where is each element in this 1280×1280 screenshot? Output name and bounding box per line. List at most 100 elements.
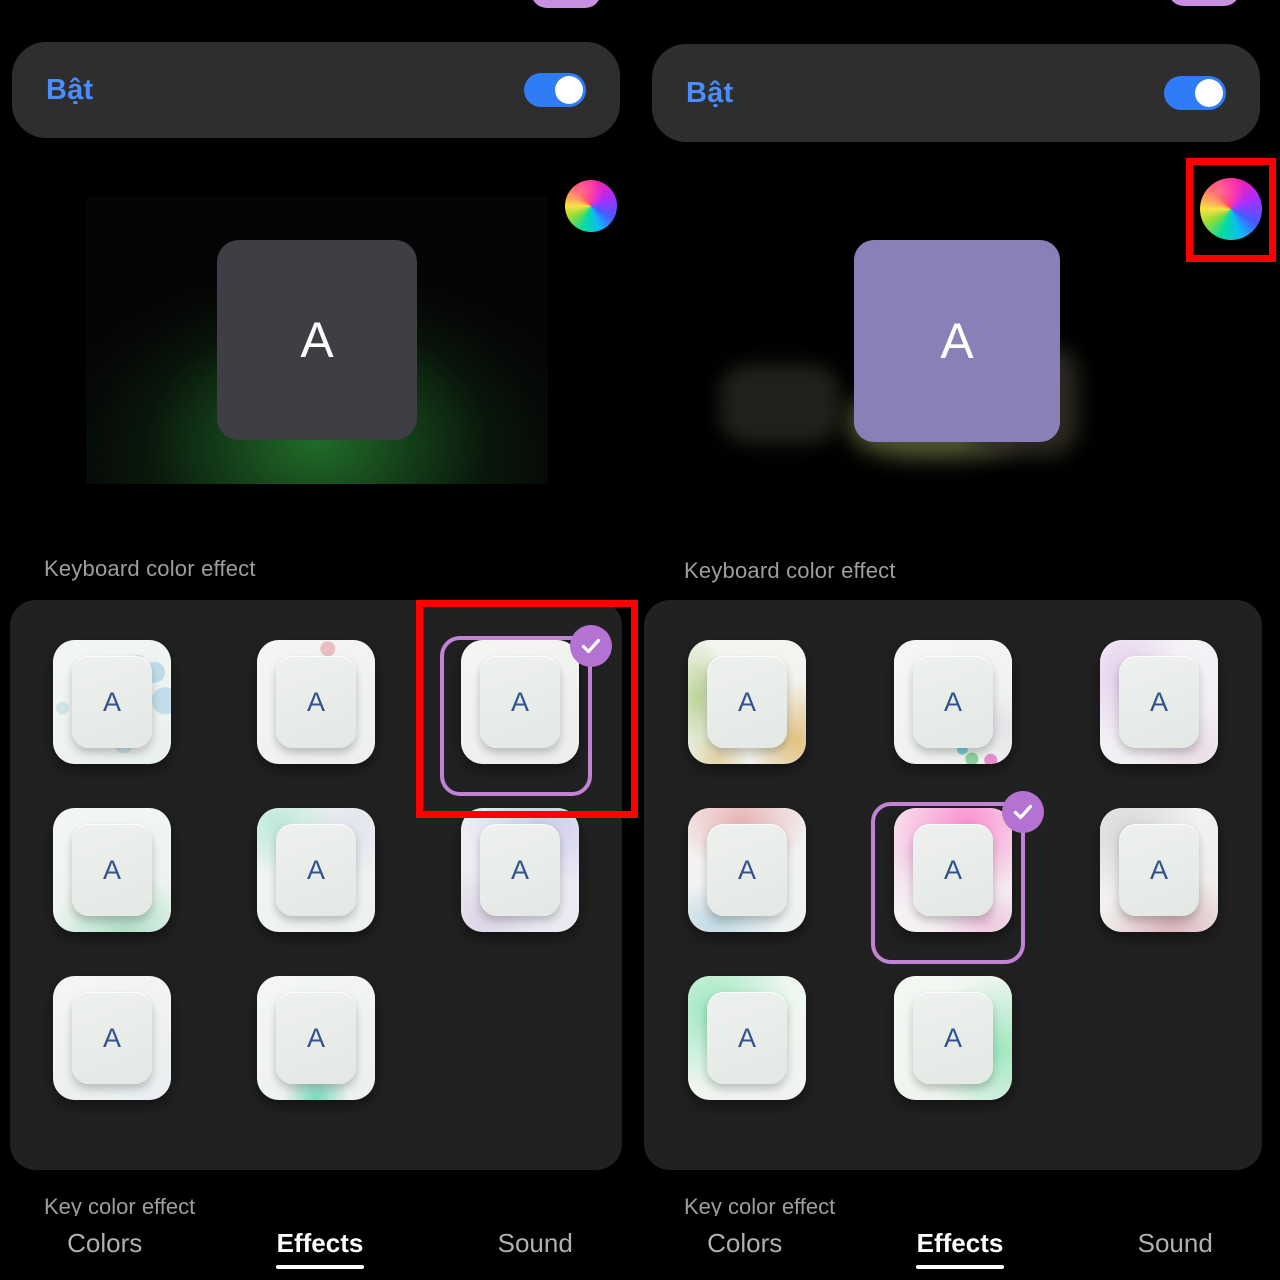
effect-key-letter: A xyxy=(510,686,529,717)
effect-item[interactable]: A xyxy=(214,954,418,1122)
effect-item[interactable]: A xyxy=(10,786,214,954)
tab-colors-right[interactable]: Colors xyxy=(707,1228,782,1269)
effect-keycap: A xyxy=(707,992,787,1084)
color-wheel-icon-right[interactable] xyxy=(1200,178,1262,240)
effect-thumbnail: A xyxy=(688,640,806,764)
effect-item[interactable]: A xyxy=(1056,786,1262,954)
effect-keycap: A xyxy=(913,992,993,1084)
tabbar-left: Colors Effects Sound xyxy=(0,1228,640,1280)
effect-key-letter: A xyxy=(510,854,529,885)
effect-item[interactable]: A xyxy=(644,786,850,954)
effect-keycap: A xyxy=(276,656,356,748)
effect-thumbnail: A xyxy=(257,640,375,764)
preview-glow-left xyxy=(720,364,840,444)
effect-thumbnail: A xyxy=(461,808,579,932)
effect-keycap: A xyxy=(913,824,993,916)
effect-grid-left: A A A A A A A A xyxy=(10,600,622,1170)
effect-keycap: A xyxy=(72,656,152,748)
effect-key-letter: A xyxy=(737,686,756,717)
effect-thumbnail: A xyxy=(894,640,1012,764)
effect-keycap: A xyxy=(1119,656,1199,748)
effect-thumbnail: A xyxy=(894,808,1012,932)
tab-effects-right[interactable]: Effects xyxy=(915,1228,1004,1269)
effect-thumbnail: A xyxy=(894,976,1012,1100)
toggle-knob-right xyxy=(1195,79,1223,107)
tab-active-underline xyxy=(915,1265,1004,1269)
tab-sound-left[interactable]: Sound xyxy=(498,1228,573,1269)
effect-key-letter: A xyxy=(102,686,121,717)
effect-item-selected[interactable]: A xyxy=(418,618,622,796)
effect-keycap: A xyxy=(72,992,152,1084)
effect-keycap: A xyxy=(1119,824,1199,916)
preview-key-letter-left: A xyxy=(300,312,334,368)
effect-key-letter: A xyxy=(1149,854,1168,885)
effect-key-letter: A xyxy=(306,686,325,717)
effect-item[interactable]: A xyxy=(418,786,622,954)
tab-colors-left[interactable]: Colors xyxy=(67,1228,142,1269)
effect-keycap: A xyxy=(707,656,787,748)
effect-item[interactable]: A xyxy=(10,618,214,786)
effect-thumbnail: A xyxy=(688,976,806,1100)
selection-check-badge xyxy=(570,625,612,667)
tab-active-underline xyxy=(275,1265,364,1269)
effect-keycap: A xyxy=(480,824,560,916)
keyboard-effect-toggle-card-left[interactable]: Bật xyxy=(12,42,620,138)
tab-label: Colors xyxy=(67,1228,143,1258)
effect-thumbnail: A xyxy=(461,640,579,764)
effect-thumbnail: A xyxy=(257,808,375,932)
effect-item[interactable]: A xyxy=(644,618,850,786)
effect-key-letter: A xyxy=(943,1022,962,1053)
tab-label: Effects xyxy=(916,1228,1004,1258)
effect-thumbnail: A xyxy=(53,640,171,764)
effect-grid-right: A A A A A A A A xyxy=(644,600,1262,1170)
tab-label: Sound xyxy=(497,1228,573,1258)
tab-label: Effects xyxy=(276,1228,364,1258)
toggle-switch-right[interactable] xyxy=(1164,76,1226,110)
tab-sound-right[interactable]: Sound xyxy=(1138,1228,1213,1269)
bottom-section-label-right: Key color effect xyxy=(684,1194,836,1216)
tab-label: Colors xyxy=(707,1228,783,1258)
effect-key-letter: A xyxy=(943,686,962,717)
effect-item[interactable]: A xyxy=(850,954,1056,1122)
effect-keycap: A xyxy=(276,824,356,916)
effect-item[interactable]: A xyxy=(850,618,1056,786)
effect-item-selected[interactable]: A xyxy=(850,786,1056,964)
toggle-knob-left xyxy=(555,76,583,104)
effect-keycap: A xyxy=(276,992,356,1084)
effect-key-letter: A xyxy=(943,854,962,885)
toggle-label-left: Bật xyxy=(46,73,94,106)
preview-key-right: A xyxy=(854,240,1060,442)
preview-key-letter-right: A xyxy=(940,313,974,369)
section-label-left: Keyboard color effect xyxy=(44,556,256,581)
toggle-switch-left[interactable] xyxy=(524,73,586,107)
keyboard-effect-grid-left: A A A A A A A A xyxy=(10,600,622,1170)
bottom-section-label-left: Key color effect xyxy=(44,1194,196,1216)
effect-item[interactable]: A xyxy=(1056,618,1262,786)
keyboard-effect-toggle-card-right[interactable]: Bật xyxy=(652,44,1260,142)
effect-key-letter: A xyxy=(102,854,121,885)
color-wheel-icon-left[interactable] xyxy=(565,180,617,232)
keyboard-preview-right: A xyxy=(700,196,1200,496)
effect-key-letter: A xyxy=(1149,686,1168,717)
clipped-lavender-blob-left xyxy=(531,0,601,8)
tab-effects-left[interactable]: Effects xyxy=(275,1228,364,1269)
effect-key-letter: A xyxy=(737,854,756,885)
effect-item[interactable]: A xyxy=(644,954,850,1122)
panel-left: Bật A Keyboard color effect A A A A A A … xyxy=(0,0,640,1280)
effect-thumbnail: A xyxy=(1100,808,1218,932)
effect-item[interactable]: A xyxy=(214,618,418,786)
check-icon xyxy=(581,638,601,654)
effect-item[interactable]: A xyxy=(214,786,418,954)
preview-key-left: A xyxy=(217,240,417,440)
effect-thumbnail: A xyxy=(53,976,171,1100)
effect-key-letter: A xyxy=(737,1022,756,1053)
screenshot-root: Bật A Keyboard color effect A A A A A A … xyxy=(0,0,1280,1280)
clipped-lavender-blob-right xyxy=(1168,0,1240,6)
effect-keycap: A xyxy=(480,656,560,748)
panel-right: Bật A Keyboard color effect A A A A A A … xyxy=(640,0,1280,1280)
effect-keycap: A xyxy=(72,824,152,916)
keyboard-preview-left: A xyxy=(86,196,548,484)
effect-item[interactable]: A xyxy=(10,954,214,1122)
effect-keycap: A xyxy=(707,824,787,916)
effect-thumbnail: A xyxy=(257,976,375,1100)
